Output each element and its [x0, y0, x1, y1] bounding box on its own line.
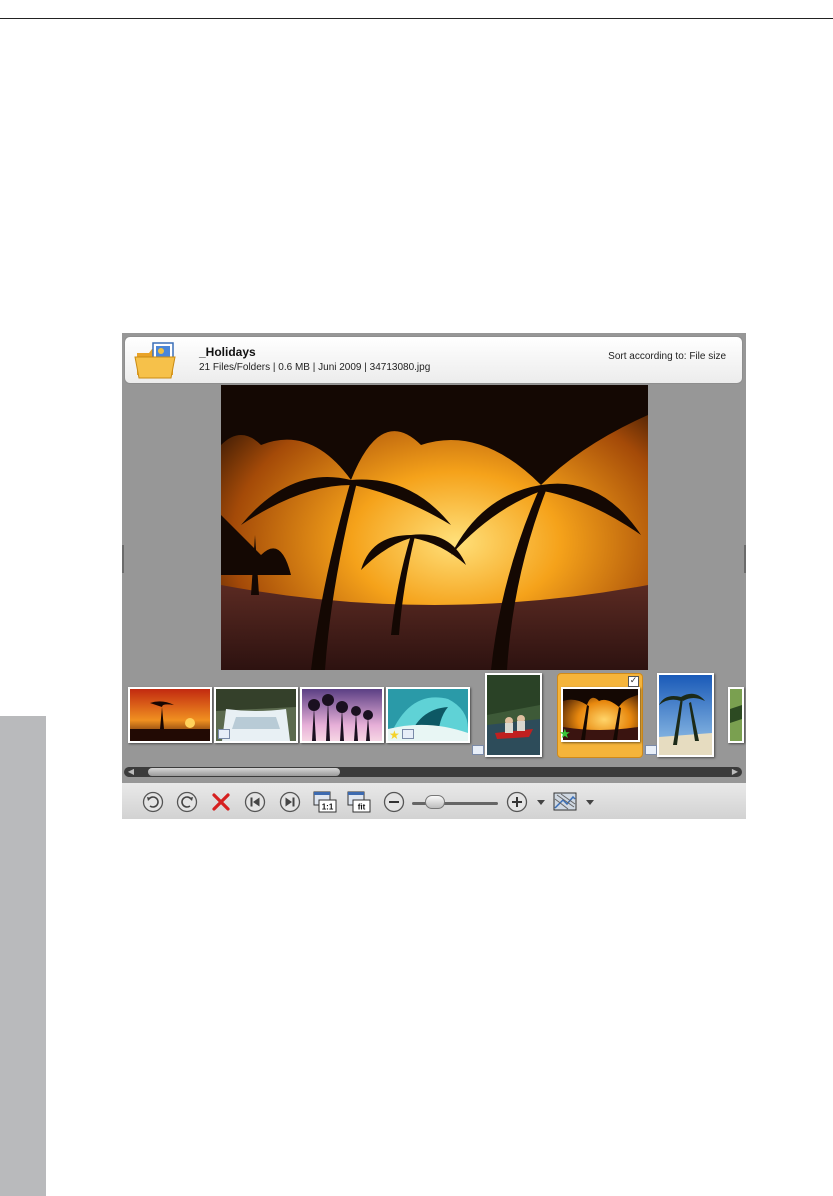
folder-icon	[133, 341, 179, 381]
edit-badge-icon	[402, 729, 414, 739]
thumbnail-2[interactable]	[214, 687, 298, 743]
image-viewer: _Holidays 21 Files/Folders | 0.6 MB | Ju…	[122, 333, 746, 819]
thumbnail-8[interactable]	[728, 687, 744, 743]
side-margin-tab	[0, 716, 46, 1196]
zoom-options-dropdown-icon[interactable]	[537, 800, 545, 805]
checkmark-icon[interactable]: ✓	[628, 676, 639, 687]
thumbnail-5[interactable]	[485, 673, 542, 757]
viewer-toolbar: 1:1 fit	[122, 783, 746, 819]
actual-size-icon[interactable]: 1:1	[313, 791, 337, 813]
edit-badge-icon	[218, 729, 230, 739]
view-mode-dropdown-icon[interactable]	[586, 800, 594, 805]
actual-size-label: 1:1	[322, 803, 334, 812]
rotate-left-icon[interactable]	[142, 791, 164, 813]
scroll-right-icon[interactable]: ▶	[730, 767, 740, 777]
rotate-right-icon[interactable]	[176, 791, 198, 813]
scroll-left-icon[interactable]: ◀	[126, 767, 136, 777]
star-rating-icon: ★	[389, 728, 400, 742]
filmstrip-scroll-thumb[interactable]	[148, 768, 340, 776]
next-icon[interactable]	[279, 791, 301, 813]
edit-badge-icon	[645, 745, 657, 755]
page-top-rule	[0, 18, 833, 19]
right-panel-handle[interactable]	[744, 545, 746, 573]
delete-icon[interactable]	[210, 791, 232, 813]
star-rating-icon: ★	[559, 727, 571, 742]
zoom-out-icon[interactable]	[383, 791, 405, 813]
thumbnail-6-selected[interactable]: ✓ ★	[557, 673, 643, 758]
previous-icon[interactable]	[244, 791, 266, 813]
edit-badge-icon	[472, 745, 484, 755]
thumbnail-6-image	[561, 687, 640, 742]
fit-label: fit	[358, 803, 366, 812]
folder-info: 21 Files/Folders | 0.6 MB | Juni 2009 | …	[199, 362, 431, 373]
view-mode-icon[interactable]	[553, 791, 579, 813]
main-photo[interactable]	[221, 385, 648, 670]
left-panel-handle[interactable]	[122, 545, 124, 573]
thumbnail-7[interactable]	[657, 673, 714, 757]
zoom-in-icon[interactable]	[506, 791, 528, 813]
sort-label[interactable]: Sort according to: File size	[608, 351, 726, 362]
folder-header: _Holidays 21 Files/Folders | 0.6 MB | Ju…	[124, 336, 743, 384]
thumbnail-4[interactable]: ★	[386, 687, 470, 743]
thumbnail-3[interactable]	[300, 687, 384, 743]
folder-title: _Holidays	[199, 345, 256, 359]
thumbnail-1[interactable]	[128, 687, 212, 743]
zoom-slider-knob[interactable]	[425, 795, 446, 809]
fit-window-icon[interactable]: fit	[347, 791, 371, 813]
